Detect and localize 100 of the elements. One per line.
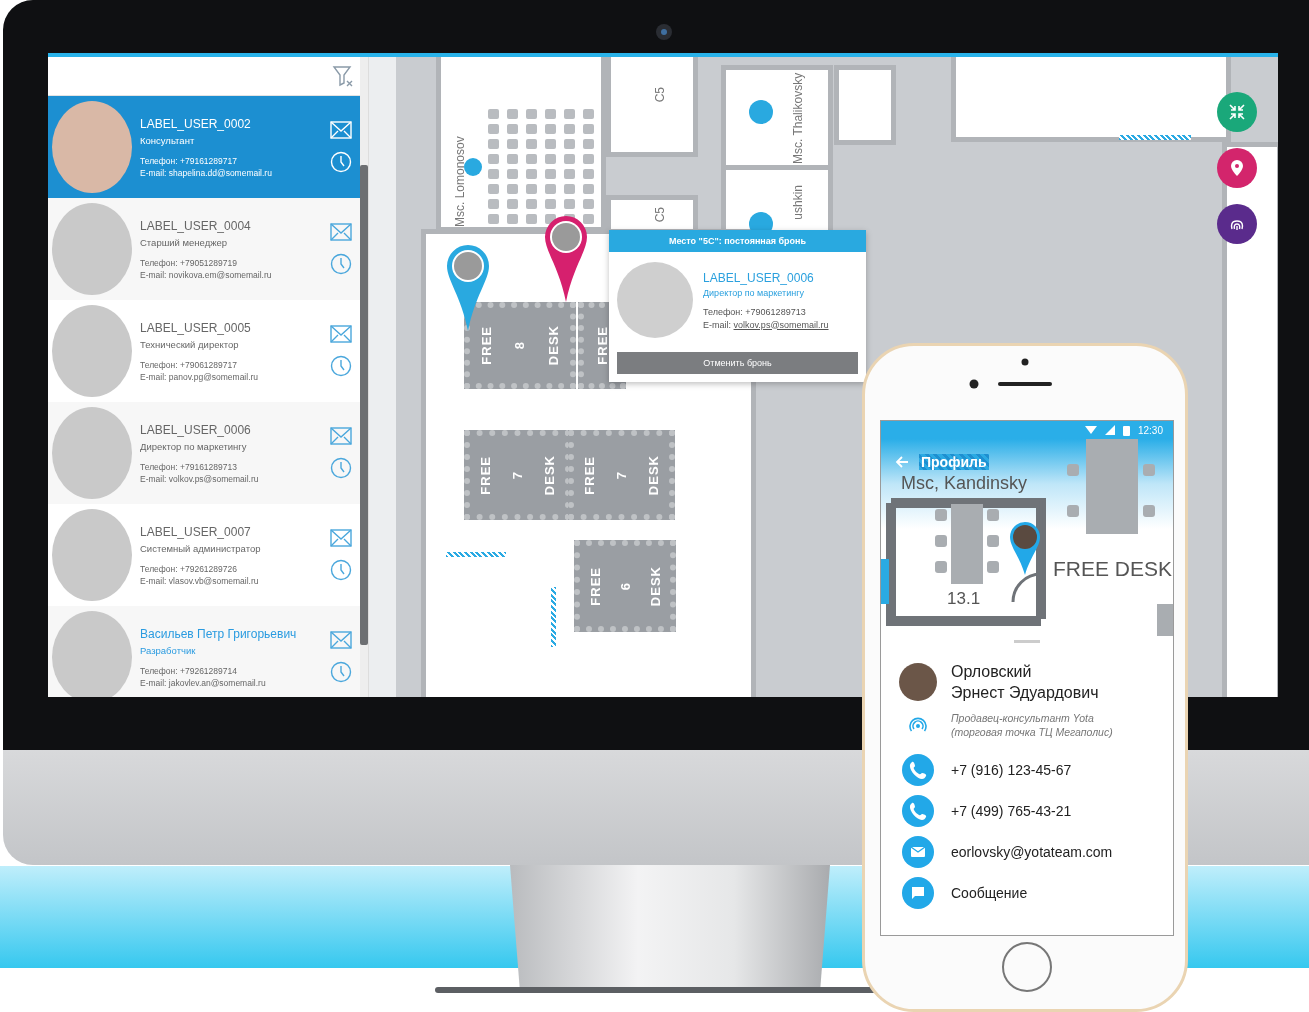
- contact-name: LABEL_USER_0005: [140, 320, 252, 335]
- contact-position: Системный администратор: [140, 542, 262, 554]
- email-label: E-mail:: [703, 319, 731, 330]
- filter-icon[interactable]: [332, 64, 354, 88]
- contact-row[interactable]: LABEL_USER_0006 Директор по маркетингу Телефон: +79161289713 E-mail: volkov.ps@somemail.ru: [48, 402, 360, 504]
- signal-icon: [1104, 425, 1115, 435]
- contact-name: LABEL_USER_0002: [140, 116, 252, 131]
- room-label: ushkin: [792, 185, 805, 220]
- contact-position: Консультант: [140, 134, 196, 146]
- contact-position: Технический директор: [140, 338, 240, 350]
- mail-icon[interactable]: [330, 529, 352, 547]
- mail-icon[interactable]: [330, 427, 352, 445]
- message-link[interactable]: Сообщение: [951, 884, 1028, 901]
- desk-label: 6: [617, 581, 633, 591]
- broadcast-icon: [909, 716, 927, 734]
- contact-row[interactable]: LABEL_USER_0004 Старший менеджер Телефон: +79051289719 E-mail: novikova.em@somemail.ru: [48, 198, 360, 300]
- person-position: Продавец-консультант Yota: [951, 711, 1095, 725]
- desk-label: DESK: [541, 454, 557, 496]
- person-given-names: Эрнест Эдуардович: [951, 683, 1099, 703]
- contact-position: Директор по маркетингу: [703, 287, 805, 298]
- contact-email: E-mail: jakovlev.an@somemail.ru: [140, 677, 267, 688]
- contact-name: Васильев Петр Григорьевич: [140, 626, 298, 641]
- camera-icon: [969, 379, 979, 389]
- envelope-icon[interactable]: [902, 835, 934, 868]
- location-pin-icon[interactable]: [544, 215, 588, 303]
- clock-icon[interactable]: [330, 559, 352, 581]
- contact-phone: Телефон: +79261289714: [140, 665, 238, 676]
- desk-label: FREE: [594, 326, 610, 365]
- drag-handle[interactable]: [1014, 640, 1040, 643]
- contact-email: E-mail: panov.pg@somemail.ru: [140, 371, 260, 382]
- phone-number[interactable]: +7 (916) 123-45-67: [951, 761, 1072, 778]
- desk-label: FREE: [479, 326, 495, 365]
- contact-phone: Телефон: +79161289713: [140, 461, 238, 472]
- camera-icon: [654, 22, 674, 42]
- back-arrow-icon[interactable]: [895, 456, 909, 468]
- screen-title: Профиль: [919, 454, 989, 470]
- clock-icon[interactable]: [330, 253, 352, 275]
- clock-icon[interactable]: [330, 457, 352, 479]
- room-label: FREE DESK: [1053, 557, 1173, 581]
- floor-plan[interactable]: Профиль Msc, Kandinsky 13.1 FREE DESK: [881, 439, 1173, 636]
- hatched-wall: [1119, 135, 1191, 140]
- email-link[interactable]: volkov.ps@somemail.ru: [733, 319, 829, 330]
- battery-icon: [1122, 424, 1130, 436]
- room-label: 13.1: [947, 589, 981, 609]
- contact-phone: Телефон: +79061289713: [703, 306, 807, 317]
- phone-number[interactable]: +7 (499) 765-43-21: [951, 802, 1072, 819]
- contact-phone: Телефон: +79261289726: [140, 563, 238, 574]
- room-label: C5: [654, 207, 667, 223]
- map-action-button[interactable]: [1217, 204, 1257, 244]
- desk-label: FREE: [478, 455, 494, 495]
- desk-label: 7: [614, 470, 629, 480]
- contact-name: LABEL_USER_0006: [703, 270, 815, 285]
- desk-label: FREE: [582, 455, 598, 495]
- room-label: C5: [654, 87, 667, 103]
- phone-icon[interactable]: [902, 794, 934, 827]
- phone-icon[interactable]: [902, 753, 934, 786]
- mail-icon[interactable]: [330, 631, 352, 649]
- contact-email: E-mail: shapelina.dd@somemail.ru: [140, 167, 273, 178]
- person-surname: Орловский: [951, 662, 1033, 682]
- email-link[interactable]: eorlovsky@yotateam.com: [951, 843, 1113, 860]
- contact-name: LABEL_USER_0004: [140, 218, 252, 233]
- chat-bubble-icon[interactable]: [902, 876, 934, 909]
- room-label: Msc. Thalikovsky: [792, 71, 806, 164]
- speaker-icon: [998, 382, 1052, 386]
- collapse-icon: [1227, 102, 1247, 122]
- contact-name: LABEL_USER_0007: [140, 524, 252, 539]
- location-pin-icon[interactable]: [1009, 521, 1041, 576]
- contact-position: Разработчик: [140, 644, 197, 656]
- mail-icon[interactable]: [330, 223, 352, 241]
- mail-icon[interactable]: [330, 325, 352, 343]
- popup-header: Место "5С": постоянная бронь: [609, 230, 866, 252]
- map-action-button[interactable]: [1217, 148, 1257, 188]
- contact-phone: Телефон: +79051289719: [140, 257, 238, 268]
- status-time: 12:30: [1137, 424, 1163, 436]
- clock-icon[interactable]: [330, 661, 352, 683]
- cancel-booking-button[interactable]: Отменить бронь: [617, 352, 858, 374]
- room-label: Msc. Lomonosov: [454, 135, 467, 227]
- desk-label: DESK: [645, 454, 661, 496]
- sensor-dot-icon: [1021, 358, 1029, 366]
- room-marker-icon[interactable]: [749, 100, 773, 124]
- desk-label: 8: [512, 341, 528, 350]
- contact-position: Старший менеджер: [140, 236, 229, 248]
- home-button[interactable]: [1002, 942, 1052, 992]
- contact-email: E-mail: vlasov.vb@somemail.ru: [140, 575, 260, 586]
- desk-label: 7: [510, 470, 525, 480]
- person-position: (торговая точка ТЦ Мегаполис): [951, 725, 1113, 739]
- clock-icon[interactable]: [330, 355, 352, 377]
- contact-name: LABEL_USER_0006: [140, 422, 252, 437]
- desk-label: DESK: [647, 565, 663, 607]
- contact-email: E-mail: novikova.em@somemail.ru: [140, 269, 273, 280]
- room-label: Msc, Kandinsky: [901, 473, 1028, 494]
- hatched-wall: [446, 552, 506, 557]
- wifi-icon: [1084, 425, 1097, 435]
- hatched-wall: [551, 587, 556, 647]
- avatar-photo: [899, 663, 937, 701]
- room-marker-icon[interactable]: [464, 158, 482, 176]
- contact-row[interactable]: Васильев Петр Григорьевич Разработчик Телефон: +79261289714 E-mail: jakovlev.an@somemail.ru: [48, 606, 360, 697]
- desk-label: DESK: [545, 325, 561, 366]
- contact-phone: Телефон: +79061289717: [140, 359, 238, 370]
- scrollbar[interactable]: [360, 57, 368, 697]
